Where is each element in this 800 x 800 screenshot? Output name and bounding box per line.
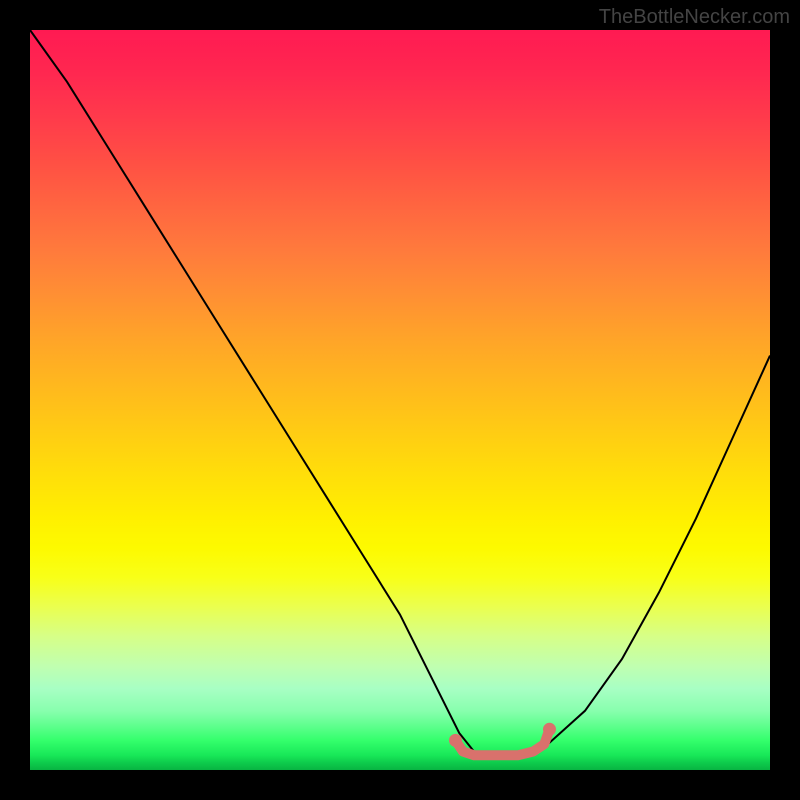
optimal-end-dot: [543, 723, 556, 736]
bottleneck-curve: [30, 30, 770, 755]
curve-svg: [30, 30, 770, 770]
optimal-range-marker: [456, 729, 550, 755]
watermark-link[interactable]: TheBottleNecker.com: [599, 6, 790, 29]
optimal-start-dot: [449, 734, 462, 747]
chart-plot-area: [30, 30, 770, 770]
